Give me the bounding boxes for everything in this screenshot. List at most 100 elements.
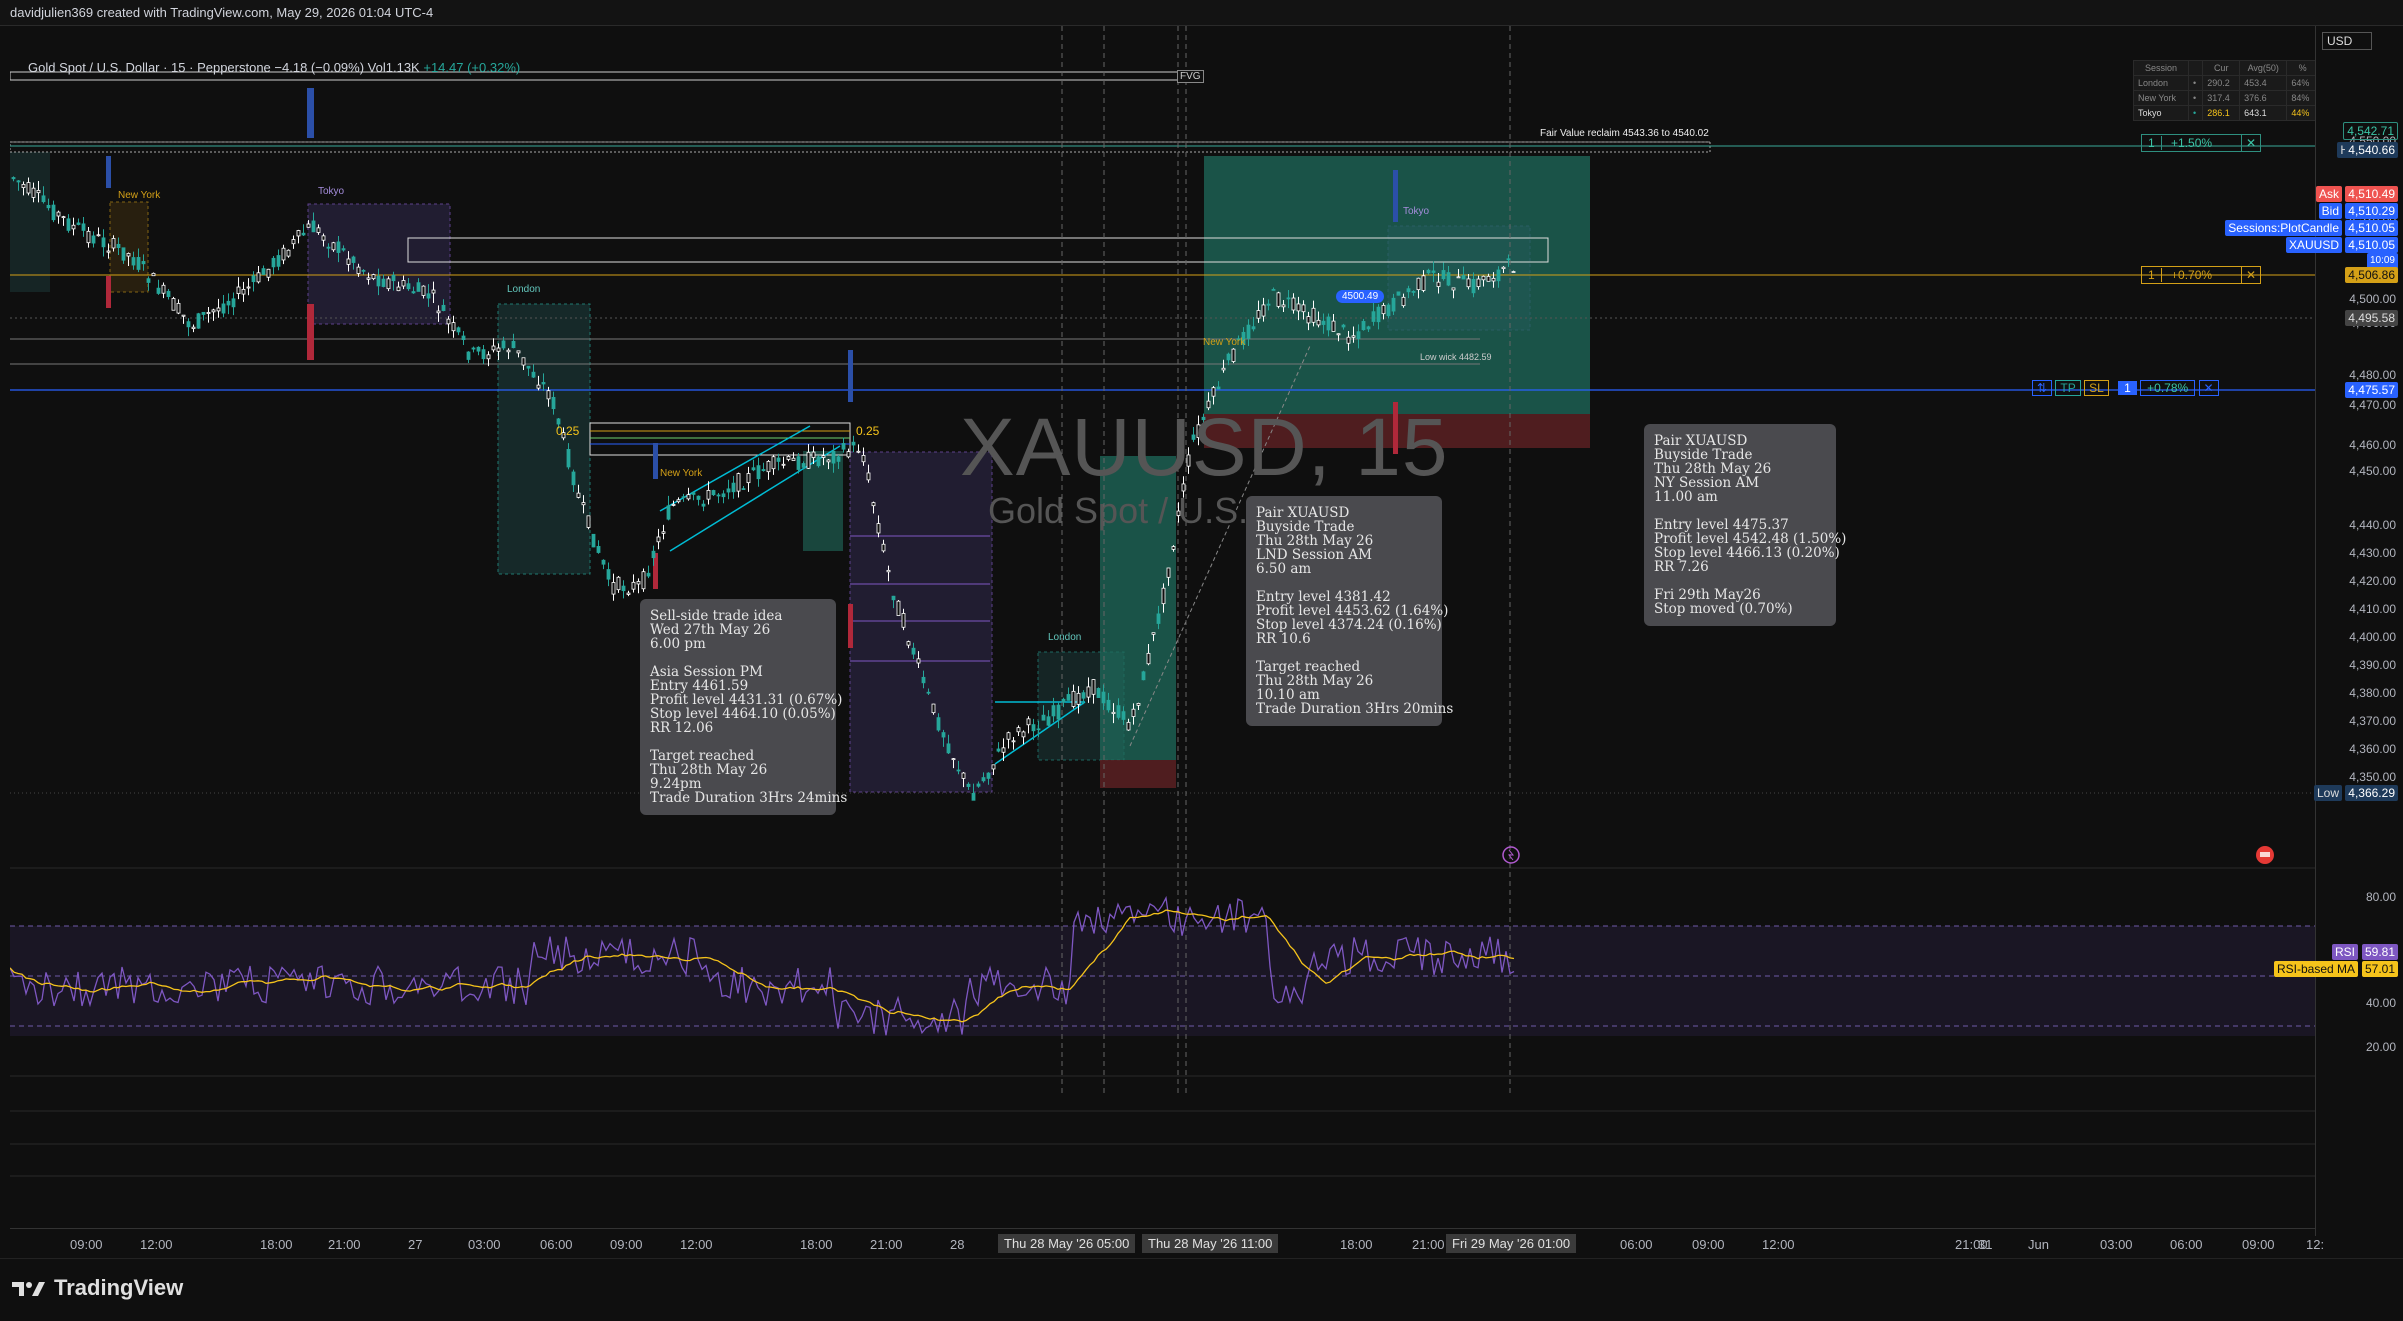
high-tag-value: 4,540.66 bbox=[2345, 142, 2398, 158]
candle-body bbox=[916, 658, 921, 664]
session-marker-6 bbox=[848, 604, 853, 648]
candle-body bbox=[151, 272, 156, 277]
time-axis-label: 18:00 bbox=[800, 1237, 833, 1252]
ask-tag-value: 4,510.49 bbox=[2345, 186, 2398, 202]
candle-body bbox=[361, 269, 366, 272]
rsi-band bbox=[10, 926, 2315, 1036]
candle-body bbox=[16, 180, 21, 183]
candle-body bbox=[846, 451, 851, 458]
candle-body bbox=[831, 450, 836, 464]
candle-body bbox=[771, 456, 776, 470]
candle-body bbox=[201, 311, 206, 315]
candle-body bbox=[1256, 310, 1261, 319]
note-sell-side[interactable]: Sell-side trade idea Wed 27th May 26 6.0… bbox=[640, 599, 847, 815]
candle-body bbox=[1266, 303, 1271, 306]
candle-body bbox=[626, 592, 631, 595]
candle-body bbox=[1046, 716, 1051, 726]
fib-label-2: 0.25 bbox=[856, 424, 880, 438]
candle-body bbox=[1511, 271, 1516, 273]
candle-body bbox=[1451, 287, 1456, 291]
candle-body bbox=[296, 230, 301, 237]
currency-selector[interactable]: USD bbox=[2322, 32, 2372, 50]
candle-body bbox=[651, 550, 656, 559]
price-axis-label: 4,380.00 bbox=[2349, 686, 2396, 700]
candle-body bbox=[56, 211, 61, 217]
position-mid[interactable]: 1 +0.70% ✕ bbox=[2141, 266, 2261, 284]
close-icon[interactable]: ✕ bbox=[2240, 267, 2260, 283]
chart-pane[interactable]: Gold Spot / U.S. Dollar · 15 · Peppersto… bbox=[10, 26, 2319, 1236]
sl-button[interactable]: SL bbox=[2084, 380, 2109, 396]
position-entry-controls[interactable]: ⇅ TP SL 1 +0.78% ✕ bbox=[2032, 380, 2219, 396]
candle-body bbox=[521, 357, 526, 366]
note-buyside-lnd[interactable]: Pair XUAUSD Buyside Trade Thu 28th May 2… bbox=[1246, 496, 1453, 726]
candle-body bbox=[866, 472, 871, 481]
dot-icon: • bbox=[2188, 105, 2204, 121]
candle-body bbox=[641, 571, 646, 590]
candle-body bbox=[1496, 269, 1501, 282]
candle-body bbox=[256, 272, 261, 283]
box-top-tag: 4,542.71 bbox=[2343, 122, 2398, 140]
orange-level-tag: 4,506.86 bbox=[2345, 267, 2398, 283]
candle-body bbox=[1001, 747, 1006, 753]
time-axis-label: Jun bbox=[2028, 1237, 2049, 1252]
symbol-legend[interactable]: Gold Spot / U.S. Dollar · 15 · Peppersto… bbox=[28, 60, 520, 75]
candle-body bbox=[1301, 304, 1306, 313]
symbol-name[interactable]: Gold Spot / U.S. Dollar · 15 · Peppersto… bbox=[28, 60, 271, 75]
candle-body bbox=[241, 288, 246, 295]
candle-body bbox=[781, 463, 786, 466]
candle-body bbox=[1356, 331, 1361, 339]
candle-body bbox=[1456, 276, 1461, 279]
candle-body bbox=[531, 371, 536, 378]
candle-body bbox=[1321, 320, 1326, 325]
candle-body bbox=[1056, 704, 1061, 720]
ma-tag-value: 57.01 bbox=[2361, 961, 2398, 977]
candle-body bbox=[806, 451, 811, 469]
candle-body bbox=[486, 354, 491, 360]
candle-body bbox=[681, 496, 686, 499]
tp-button[interactable]: TP bbox=[2055, 380, 2081, 396]
candle-body bbox=[981, 777, 986, 782]
candle-body bbox=[1126, 721, 1131, 731]
candle-body bbox=[1431, 270, 1436, 273]
tradingview-brand[interactable]: TradingView bbox=[12, 1275, 183, 1301]
close-icon[interactable]: ✕ bbox=[2198, 380, 2219, 396]
candle-body bbox=[286, 249, 291, 257]
candle-body bbox=[1411, 291, 1416, 293]
candle-body bbox=[346, 258, 351, 265]
close-icon[interactable]: ✕ bbox=[2240, 135, 2260, 151]
candle-body bbox=[131, 257, 136, 266]
ma-tag-label: RSI-based MA bbox=[2273, 961, 2358, 977]
candle-body bbox=[1156, 613, 1161, 624]
candle-body bbox=[1146, 652, 1151, 665]
price-axis-label: 4,420.00 bbox=[2349, 574, 2396, 588]
lnd-stop-zone bbox=[1100, 760, 1176, 788]
price-chart[interactable] bbox=[10, 26, 2315, 1236]
price-bubble[interactable]: 4500.49 bbox=[1336, 290, 1385, 303]
candle-body bbox=[1106, 699, 1111, 711]
time-axis[interactable]: 09:00 12:00 18:00 21:00 27 03:00 06:00 09:00 12:… bbox=[10, 1228, 2324, 1259]
candle-body bbox=[671, 504, 676, 506]
position-top-qty: 1 bbox=[2142, 136, 2162, 150]
candle-body bbox=[551, 396, 556, 410]
session-row-london: London • 290.2 453.4 64% bbox=[2132, 75, 2319, 91]
session-row-tokyo: Tokyo • 286.1 643.1 44% bbox=[2132, 105, 2319, 121]
candle-body bbox=[636, 581, 641, 585]
note-buyside-ny[interactable]: Pair XUAUSD Buyside Trade Thu 28th May 2… bbox=[1644, 424, 1846, 626]
candle-body bbox=[1336, 333, 1341, 336]
candle-body bbox=[756, 465, 761, 480]
candle-body bbox=[1131, 708, 1136, 717]
candle-body bbox=[611, 582, 616, 595]
price-axis[interactable]: USD 4,550.004,530.004,520.004,500.004,49… bbox=[2225, 26, 2403, 1236]
position-top[interactable]: 1 +1.50% ✕ bbox=[2141, 134, 2261, 152]
candle-body bbox=[901, 613, 906, 628]
rsi-axis-label: 20.00 bbox=[2365, 1040, 2396, 1054]
candle-body bbox=[1506, 258, 1511, 261]
candle-body bbox=[426, 293, 431, 299]
candle-body bbox=[176, 302, 181, 314]
candle-body bbox=[1461, 275, 1466, 280]
candle-body bbox=[761, 469, 766, 472]
session-header bbox=[2188, 60, 2204, 76]
reverse-icon[interactable]: ⇅ bbox=[2032, 380, 2053, 396]
session-name: New York bbox=[2132, 90, 2190, 106]
candle-body bbox=[856, 450, 861, 453]
